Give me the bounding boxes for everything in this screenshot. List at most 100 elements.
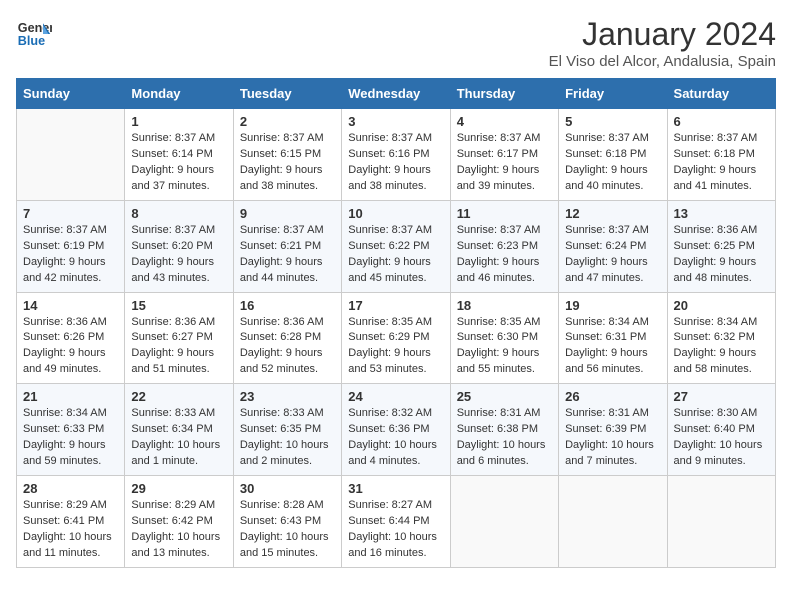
day-info: Sunrise: 8:37 AM Sunset: 6:21 PM Dayligh… bbox=[240, 223, 335, 287]
day-number: 19 bbox=[565, 298, 660, 313]
day-info: Sunrise: 8:30 AM Sunset: 6:40 PM Dayligh… bbox=[674, 406, 769, 470]
day-info: Sunrise: 8:33 AM Sunset: 6:35 PM Dayligh… bbox=[240, 406, 335, 470]
day-number: 15 bbox=[131, 298, 226, 313]
day-info: Sunrise: 8:36 AM Sunset: 6:28 PM Dayligh… bbox=[240, 315, 335, 379]
day-number: 17 bbox=[348, 298, 443, 313]
day-of-week-header: Thursday bbox=[450, 79, 558, 109]
calendar-cell: 26Sunrise: 8:31 AM Sunset: 6:39 PM Dayli… bbox=[559, 384, 667, 476]
day-info: Sunrise: 8:36 AM Sunset: 6:27 PM Dayligh… bbox=[131, 315, 226, 379]
calendar-cell: 4Sunrise: 8:37 AM Sunset: 6:17 PM Daylig… bbox=[450, 109, 558, 201]
calendar-cell: 22 Sunrise: 8:33 AM Sunset: 6:34 PM Dayli… bbox=[125, 384, 233, 476]
day-of-week-header: Tuesday bbox=[233, 79, 341, 109]
calendar-cell: 5 Sunrise: 8:37 AM Sunset: 6:18 PM Daylig… bbox=[559, 109, 667, 201]
day-info: Sunrise: 8:37 AM Sunset: 6:18 PM Dayligh… bbox=[674, 131, 769, 195]
calendar-cell: 31 Sunrise: 8:27 AM Sunset: 6:44 PM Dayli… bbox=[342, 476, 450, 568]
day-number: 6 bbox=[674, 114, 769, 129]
day-number: 10 bbox=[348, 206, 443, 221]
day-of-week-header: Sunday bbox=[17, 79, 125, 109]
day-info: Sunrise: 8:35 AM Sunset: 6:30 PM Dayligh… bbox=[457, 315, 552, 379]
calendar-cell: 24Sunrise: 8:32 AM Sunset: 6:36 PM Dayli… bbox=[342, 384, 450, 476]
calendar-cell: 21Sunrise: 8:34 AM Sunset: 6:33 PM Dayli… bbox=[17, 384, 125, 476]
calendar-cell: 9 Sunrise: 8:37 AM Sunset: 6:21 PM Daylig… bbox=[233, 200, 341, 292]
day-number: 20 bbox=[674, 298, 769, 313]
calendar-cell bbox=[667, 476, 775, 568]
day-number: 7 bbox=[23, 206, 118, 221]
day-info: Sunrise: 8:36 AM Sunset: 6:26 PM Dayligh… bbox=[23, 315, 118, 379]
calendar-cell: 17 Sunrise: 8:35 AM Sunset: 6:29 PM Dayli… bbox=[342, 292, 450, 384]
calendar-cell: 13Sunrise: 8:36 AM Sunset: 6:25 PM Dayli… bbox=[667, 200, 775, 292]
day-number: 31 bbox=[348, 481, 443, 496]
calendar-cell: 25 Sunrise: 8:31 AM Sunset: 6:38 PM Dayli… bbox=[450, 384, 558, 476]
calendar-cell: 1 Sunrise: 8:37 AM Sunset: 6:14 PM Daylig… bbox=[125, 109, 233, 201]
day-info: Sunrise: 8:37 AM Sunset: 6:19 PM Dayligh… bbox=[23, 223, 118, 287]
calendar-cell: 12Sunrise: 8:37 AM Sunset: 6:24 PM Dayli… bbox=[559, 200, 667, 292]
calendar-cell: 18 Sunrise: 8:35 AM Sunset: 6:30 PM Dayli… bbox=[450, 292, 558, 384]
day-number: 16 bbox=[240, 298, 335, 313]
calendar-week-row: 7 Sunrise: 8:37 AM Sunset: 6:19 PM Daylig… bbox=[17, 200, 776, 292]
day-info: Sunrise: 8:34 AM Sunset: 6:31 PM Dayligh… bbox=[565, 315, 660, 379]
page-header: General Blue January 2024 El Viso del Al… bbox=[16, 16, 776, 70]
calendar-cell: 2 Sunrise: 8:37 AM Sunset: 6:15 PM Daylig… bbox=[233, 109, 341, 201]
calendar-cell: 29Sunrise: 8:29 AM Sunset: 6:42 PM Dayli… bbox=[125, 476, 233, 568]
calendar-cell: 6 Sunrise: 8:37 AM Sunset: 6:18 PM Daylig… bbox=[667, 109, 775, 201]
day-number: 4 bbox=[457, 114, 552, 129]
calendar-cell: 7 Sunrise: 8:37 AM Sunset: 6:19 PM Daylig… bbox=[17, 200, 125, 292]
day-number: 13 bbox=[674, 206, 769, 221]
main-title: January 2024 bbox=[549, 16, 776, 53]
day-number: 25 bbox=[457, 389, 552, 404]
calendar-cell: 30 Sunrise: 8:28 AM Sunset: 6:43 PM Dayli… bbox=[233, 476, 341, 568]
calendar-cell: 19 Sunrise: 8:34 AM Sunset: 6:31 PM Dayli… bbox=[559, 292, 667, 384]
day-info: Sunrise: 8:27 AM Sunset: 6:44 PM Dayligh… bbox=[348, 498, 443, 562]
day-number: 5 bbox=[565, 114, 660, 129]
day-of-week-header: Saturday bbox=[667, 79, 775, 109]
day-info: Sunrise: 8:33 AM Sunset: 6:34 PM Dayligh… bbox=[131, 406, 226, 470]
calendar-week-row: 28 Sunrise: 8:29 AM Sunset: 6:41 PM Dayli… bbox=[17, 476, 776, 568]
day-info: Sunrise: 8:28 AM Sunset: 6:43 PM Dayligh… bbox=[240, 498, 335, 562]
day-info: Sunrise: 8:34 AM Sunset: 6:33 PM Dayligh… bbox=[23, 406, 118, 470]
calendar-cell: 23 Sunrise: 8:33 AM Sunset: 6:35 PM Dayli… bbox=[233, 384, 341, 476]
day-info: Sunrise: 8:29 AM Sunset: 6:41 PM Dayligh… bbox=[23, 498, 118, 562]
day-number: 18 bbox=[457, 298, 552, 313]
calendar-cell: 8Sunrise: 8:37 AM Sunset: 6:20 PM Daylig… bbox=[125, 200, 233, 292]
day-number: 23 bbox=[240, 389, 335, 404]
calendar-cell: 14 Sunrise: 8:36 AM Sunset: 6:26 PM Dayli… bbox=[17, 292, 125, 384]
day-info: Sunrise: 8:37 AM Sunset: 6:16 PM Dayligh… bbox=[348, 131, 443, 195]
calendar-cell bbox=[17, 109, 125, 201]
calendar-header-row: SundayMondayTuesdayWednesdayThursdayFrid… bbox=[17, 79, 776, 109]
day-info: Sunrise: 8:37 AM Sunset: 6:23 PM Dayligh… bbox=[457, 223, 552, 287]
day-info: Sunrise: 8:29 AM Sunset: 6:42 PM Dayligh… bbox=[131, 498, 226, 562]
day-info: Sunrise: 8:32 AM Sunset: 6:36 PM Dayligh… bbox=[348, 406, 443, 470]
day-number: 14 bbox=[23, 298, 118, 313]
day-info: Sunrise: 8:31 AM Sunset: 6:38 PM Dayligh… bbox=[457, 406, 552, 470]
day-info: Sunrise: 8:37 AM Sunset: 6:14 PM Dayligh… bbox=[131, 131, 226, 195]
subtitle: El Viso del Alcor, Andalusia, Spain bbox=[549, 53, 776, 70]
calendar-header: SundayMondayTuesdayWednesdayThursdayFrid… bbox=[17, 79, 776, 109]
calendar-cell: 15 Sunrise: 8:36 AM Sunset: 6:27 PM Dayli… bbox=[125, 292, 233, 384]
calendar-body: 1 Sunrise: 8:37 AM Sunset: 6:14 PM Daylig… bbox=[17, 109, 776, 568]
day-number: 30 bbox=[240, 481, 335, 496]
day-info: Sunrise: 8:37 AM Sunset: 6:24 PM Dayligh… bbox=[565, 223, 660, 287]
calendar-cell: 16 Sunrise: 8:36 AM Sunset: 6:28 PM Dayli… bbox=[233, 292, 341, 384]
day-info: Sunrise: 8:37 AM Sunset: 6:18 PM Dayligh… bbox=[565, 131, 660, 195]
day-number: 22 bbox=[131, 389, 226, 404]
day-info: Sunrise: 8:34 AM Sunset: 6:32 PM Dayligh… bbox=[674, 315, 769, 379]
day-of-week-header: Monday bbox=[125, 79, 233, 109]
day-of-week-header: Friday bbox=[559, 79, 667, 109]
day-of-week-header: Wednesday bbox=[342, 79, 450, 109]
day-info: Sunrise: 8:37 AM Sunset: 6:22 PM Dayligh… bbox=[348, 223, 443, 287]
calendar-cell: 3 Sunrise: 8:37 AM Sunset: 6:16 PM Daylig… bbox=[342, 109, 450, 201]
day-info: Sunrise: 8:37 AM Sunset: 6:15 PM Dayligh… bbox=[240, 131, 335, 195]
logo: General Blue bbox=[16, 16, 52, 52]
day-info: Sunrise: 8:35 AM Sunset: 6:29 PM Dayligh… bbox=[348, 315, 443, 379]
title-block: January 2024 El Viso del Alcor, Andalusi… bbox=[549, 16, 776, 70]
day-number: 28 bbox=[23, 481, 118, 496]
calendar-week-row: 1 Sunrise: 8:37 AM Sunset: 6:14 PM Daylig… bbox=[17, 109, 776, 201]
day-number: 3 bbox=[348, 114, 443, 129]
day-number: 1 bbox=[131, 114, 226, 129]
calendar-cell bbox=[559, 476, 667, 568]
calendar-cell: 27Sunrise: 8:30 AM Sunset: 6:40 PM Dayli… bbox=[667, 384, 775, 476]
day-info: Sunrise: 8:37 AM Sunset: 6:20 PM Dayligh… bbox=[131, 223, 226, 287]
logo-icon: General Blue bbox=[16, 16, 52, 52]
day-number: 9 bbox=[240, 206, 335, 221]
day-number: 2 bbox=[240, 114, 335, 129]
